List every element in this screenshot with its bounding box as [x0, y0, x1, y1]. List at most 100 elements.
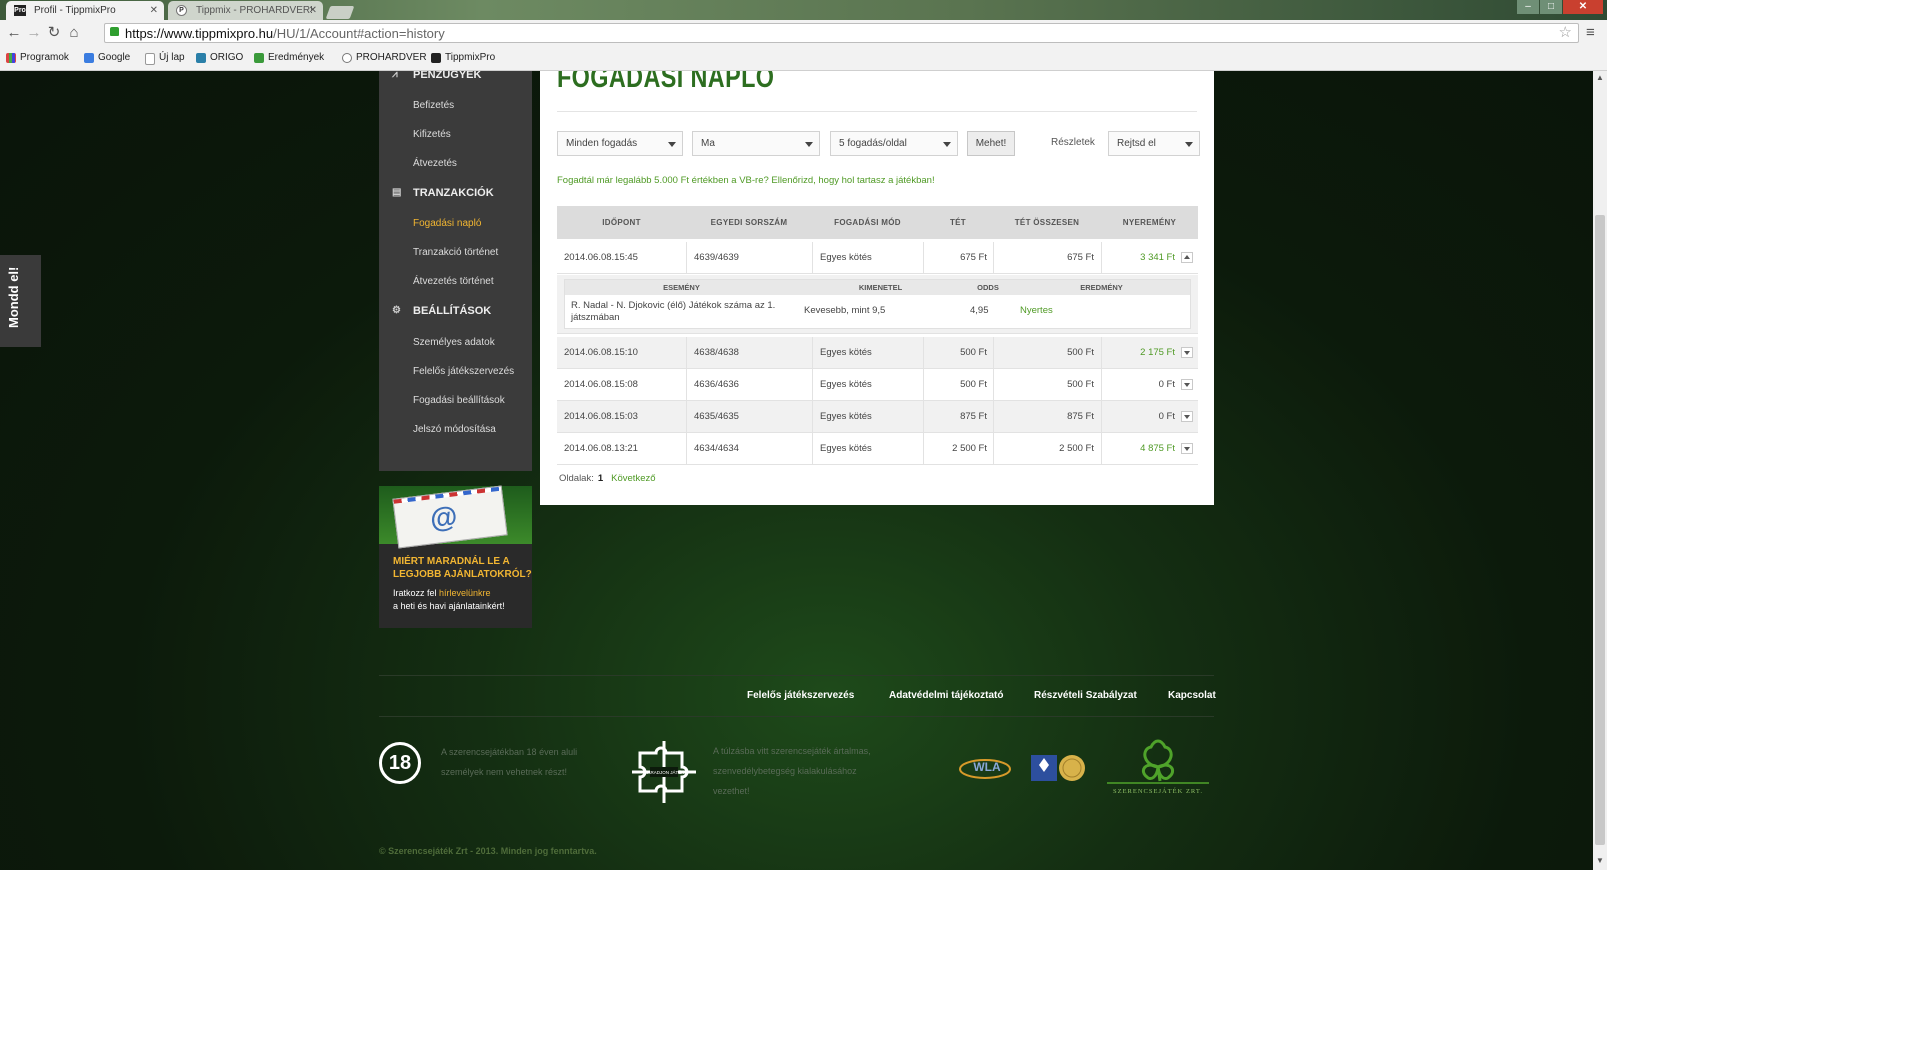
pager-current-page[interactable]: 1 [598, 473, 603, 484]
feedback-tab[interactable]: Mondd el! [0, 255, 41, 347]
column-header: TÉT ÖSSZESEN [1014, 218, 1080, 227]
bookmark-star-icon[interactable]: ☆ [1559, 23, 1572, 41]
puzzle-logo-icon: MARADJON JÁTÉK [632, 741, 696, 803]
bet-type-select[interactable]: Minden fogadás [557, 131, 683, 156]
table-row[interactable]: 2014.06.08.15:45 4639/4639 Egyes kötés 6… [557, 242, 1198, 274]
expand-row-button[interactable] [1181, 347, 1193, 358]
bookmark-origo[interactable]: ORIGO [196, 51, 243, 65]
bet-winnings: 0 Ft [1158, 411, 1175, 422]
prohardver-icon [342, 53, 352, 63]
sidebar-heading-transactions: ▤ TRANZAKCIÓK [392, 187, 494, 199]
bet-time: 2014.06.08.13:21 [564, 443, 638, 454]
sidebar-item-tranzakcio-tortenet[interactable]: Tranzakció történet [413, 246, 498, 260]
table-row[interactable]: 2014.06.08.15:03 4635/4635 Egyes kötés 8… [557, 401, 1198, 433]
close-window-icon[interactable]: ✕ [1563, 0, 1603, 14]
minimize-icon[interactable]: – [1517, 0, 1539, 14]
new-tab-button[interactable] [325, 6, 355, 19]
expand-row-button[interactable] [1181, 443, 1193, 454]
newsletter-link[interactable]: hírlevelünkre [439, 588, 491, 598]
details-select[interactable]: Rejtsd el [1108, 131, 1200, 156]
title-bar: Pro Profil - TippmixPro ✕ P Tippmix - PR… [0, 0, 1607, 20]
browser-window: Pro Profil - TippmixPro ✕ P Tippmix - PR… [0, 0, 1607, 870]
scroll-down-arrow-icon[interactable]: ▼ [1593, 856, 1607, 868]
chevron-down-icon [1184, 383, 1190, 387]
bet-mode: Egyes kötés [820, 411, 872, 422]
chevron-up-icon [1184, 255, 1190, 259]
account-sidebar: ⩘ PÉNZÜGYEK Befizetés Kifizetés Átvezetés… [379, 71, 532, 471]
detail-column-header: KIMENETEL [798, 280, 963, 295]
tab-prohardver[interactable]: P Tippmix - PROHARDVER! ✕ [168, 1, 323, 20]
expand-row-button[interactable] [1181, 379, 1193, 390]
browser-menu-icon[interactable]: ≡ [1586, 24, 1595, 41]
bet-serial: 4638/4638 [694, 347, 739, 358]
bookmark-google[interactable]: Google [84, 51, 130, 65]
table-row[interactable]: 2014.06.08.15:08 4636/4636 Egyes kötés 5… [557, 369, 1198, 401]
bet-mode: Egyes kötés [820, 347, 872, 358]
sidebar-item-kifizetes[interactable]: Kifizetés [413, 128, 451, 142]
tab-label: Profil - TippmixPro [34, 5, 116, 16]
table-row[interactable]: 2014.06.08.13:21 4634/4634 Egyes kötés 2… [557, 433, 1198, 465]
copyright-text: © Szerencsejáték Zrt - 2013. Minden jog … [379, 846, 597, 856]
bet-mode: Egyes kötés [820, 252, 872, 263]
bet-winnings: 3 341 Ft [1140, 252, 1175, 263]
bet-stake: 2 500 Ft [952, 443, 987, 454]
bet-total: 2 500 Ft [1059, 443, 1094, 454]
bookmark-prohardver[interactable]: PROHARDVER [342, 51, 427, 65]
reload-icon[interactable]: ↻ [44, 23, 64, 43]
bet-mode: Egyes kötés [820, 379, 872, 390]
column-header: NYEREMÉNY [1122, 218, 1177, 227]
lock-icon [110, 27, 119, 36]
tab-profil[interactable]: Pro Profil - TippmixPro ✕ [6, 1, 164, 20]
close-tab-icon[interactable]: ✕ [309, 1, 317, 20]
details-label: Részletek [1051, 137, 1095, 148]
pager-next-link[interactable]: Következő [611, 473, 655, 484]
per-page-select[interactable]: 5 fogadás/oldal [830, 131, 958, 156]
sidebar-item-befizetes[interactable]: Befizetés [413, 99, 454, 113]
sidebar-item-szemelyes-adatok[interactable]: Személyes adatok [413, 336, 495, 350]
url-host: https://www.tippmixpro.hu [125, 26, 274, 41]
divider [557, 111, 1197, 112]
bet-serial: 4635/4635 [694, 411, 739, 422]
browser-toolbar: ← → ↻ ⌂ https://www.tippmixpro.hu/HU/1/A… [0, 20, 1607, 47]
close-tab-icon[interactable]: ✕ [150, 1, 158, 20]
bet-stake: 675 Ft [960, 252, 987, 263]
newsletter-title: LEGJOBB AJÁNLATOKRÓL? [393, 569, 532, 580]
sidebar-item-jelszo-modositasa[interactable]: Jelszó módosítása [413, 423, 496, 437]
footer-link-privacy[interactable]: Adatvédelmi tájékoztató [889, 690, 1003, 701]
go-button[interactable]: Mehet! [967, 131, 1015, 156]
bet-stake: 875 Ft [960, 411, 987, 422]
back-arrow-icon[interactable]: ← [4, 23, 24, 43]
scroll-up-arrow-icon[interactable]: ▲ [1593, 73, 1607, 85]
column-header: TÉT [949, 218, 966, 227]
address-bar[interactable]: https://www.tippmixpro.hu/HU/1/Account#a… [104, 23, 1579, 43]
pager-label: Oldalak: [559, 473, 594, 484]
bookmark-programok[interactable]: Programok [6, 51, 69, 65]
bookmark-uj-lap[interactable]: Új lap [145, 51, 185, 65]
period-select[interactable]: Ma [692, 131, 820, 156]
bookmark-tippmixpro[interactable]: TippmixPro [431, 51, 495, 65]
footer-link-responsible-gaming[interactable]: Felelős játékszervezés [747, 690, 854, 701]
sidebar-item-atvezetes-tortenet[interactable]: Átvezetés történet [413, 275, 494, 289]
forward-arrow-icon[interactable]: → [24, 23, 44, 43]
google-icon [84, 53, 94, 63]
sidebar-item-felelos-jatekszervezes[interactable]: Felelős játékszervezés [413, 365, 514, 379]
home-icon[interactable]: ⌂ [64, 23, 84, 43]
scrollbar-thumb[interactable] [1595, 215, 1605, 845]
bookmark-eredmenyek[interactable]: Eredmények [254, 51, 324, 65]
footer-link-contact[interactable]: Kapcsolat [1168, 690, 1216, 701]
chevron-down-icon [1184, 447, 1190, 451]
table-row[interactable]: 2014.06.08.15:10 4638/4638 Egyes kötés 5… [557, 337, 1198, 369]
bet-time: 2014.06.08.15:08 [564, 379, 638, 390]
maximize-icon[interactable]: □ [1540, 0, 1562, 14]
collapse-row-button[interactable] [1181, 252, 1193, 263]
bet-detail-table: ESEMÉNY KIMENETEL ODDS EREDMÉNY R. Nadal… [564, 279, 1191, 329]
promo-notice[interactable]: Fogadtál már legalább 5.000 Ft értékben … [557, 175, 935, 186]
sidebar-item-fogadasi-beallitasok[interactable]: Fogadási beállítások [413, 394, 505, 408]
sidebar-item-atvezetes[interactable]: Átvezetés [413, 157, 457, 171]
sidebar-item-fogadasi-naplo[interactable]: Fogadási napló [413, 217, 481, 231]
expand-row-button[interactable] [1181, 411, 1193, 422]
footer-link-terms[interactable]: Részvételi Szabályzat [1034, 690, 1137, 701]
vertical-scrollbar[interactable]: ▲ ▼ [1593, 71, 1607, 870]
divider [379, 716, 1214, 717]
newsletter-banner[interactable]: @ MIÉRT MARADNÁL LE A LEGJOBB AJÁNLATOKR… [379, 485, 532, 628]
